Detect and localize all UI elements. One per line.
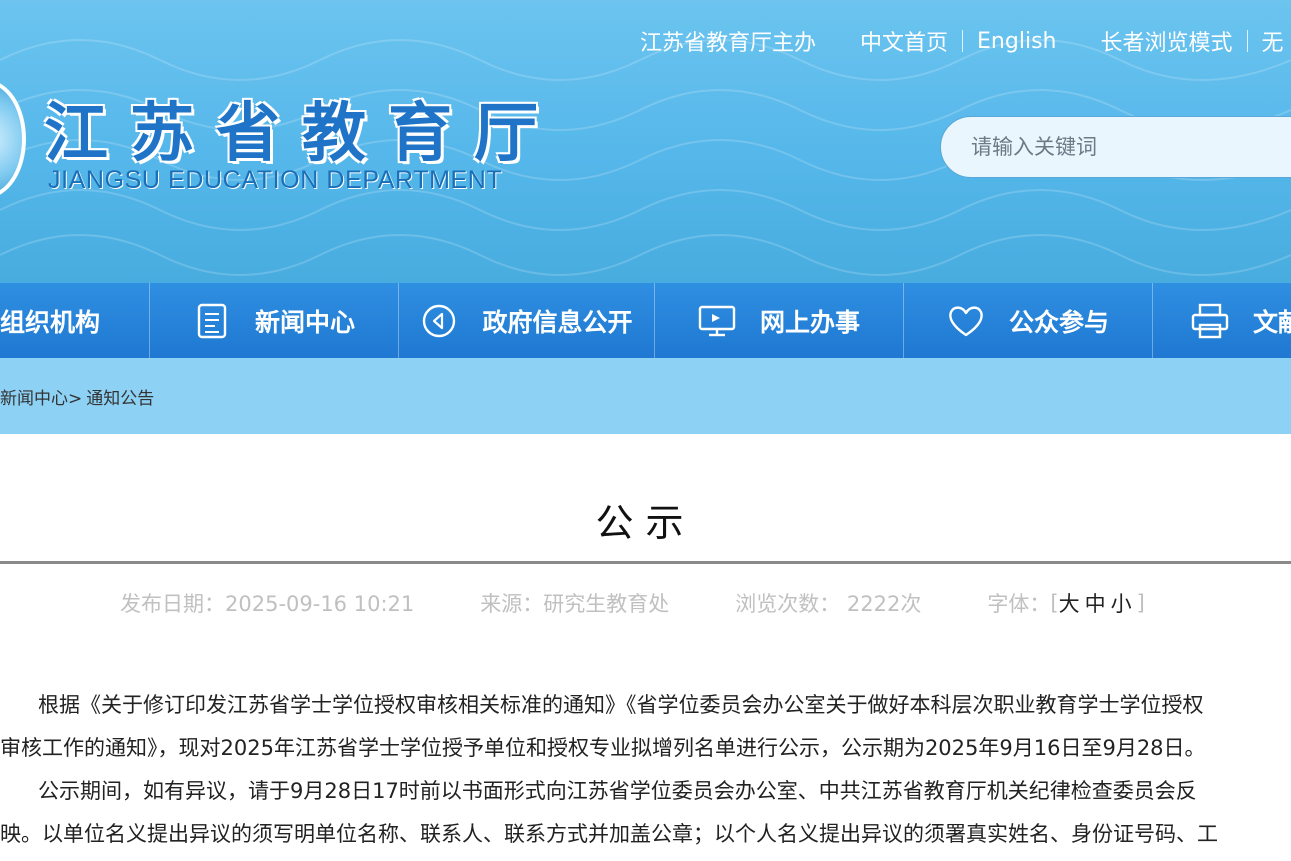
- page-title: 公示: [595, 501, 696, 545]
- main-nav: 组织机构 新闻中心 政府信息公开 网上办事 公众参与 文献: [0, 283, 1291, 358]
- article-body: 根据《关于修订印发江苏省学士学位授权审核相关标准的通知》《省学位委员会办公室关于…: [0, 684, 1291, 856]
- play-icon: [420, 302, 458, 340]
- nav-label: 网上办事: [759, 307, 860, 337]
- breadcrumb: 新闻中心> 通知公告: [0, 358, 1291, 434]
- document-icon: [193, 302, 231, 340]
- search-box: [940, 116, 1291, 178]
- breadcrumb-notices[interactable]: 通知公告: [86, 384, 154, 409]
- breadcrumb-news-center[interactable]: 新闻中心>: [0, 384, 82, 409]
- printer-icon: [1191, 302, 1229, 340]
- link-accessibility[interactable]: 无: [1262, 25, 1284, 57]
- publish-date: 发布日期：2025-09-16 10:21: [120, 592, 415, 616]
- top-links: 江苏省教育厅主办 中文首页 English 长者浏览模式 无: [640, 25, 1284, 57]
- paragraph-line: 公示期间，如有异议，请于9月28日17时前以书面形式向江苏省学位委员会办公室、中…: [38, 779, 1197, 803]
- search-input[interactable]: [971, 135, 1271, 159]
- view-count: 浏览次数： 2222次: [735, 592, 922, 616]
- site-logo-text[interactable]: 江苏省教育厅: [44, 82, 560, 171]
- link-english[interactable]: English: [977, 29, 1056, 54]
- nav-item-gov-info[interactable]: 政府信息公开: [399, 283, 655, 358]
- paragraph-line: 映。以单位名义提出异议的须写明单位名称、联系人、联系方式并加盖公章；以个人名义提…: [0, 822, 1218, 846]
- article-source: 来源：研究生教育处: [480, 592, 670, 616]
- nav-item-documents[interactable]: 文献: [1153, 283, 1291, 358]
- heart-icon: [947, 302, 985, 340]
- title-divider: [0, 561, 1291, 564]
- nav-item-news[interactable]: 新闻中心: [150, 283, 399, 358]
- monitor-icon: [698, 302, 736, 340]
- nav-label: 组织机构: [0, 307, 101, 337]
- paragraph-line: 审核工作的通知》，现对2025年江苏省学士学位授予单位和授权专业拟增列名单进行公…: [0, 736, 1206, 760]
- nav-label: 政府信息公开: [482, 307, 633, 337]
- link-elderly-mode[interactable]: 长者浏览模式: [1100, 25, 1232, 57]
- font-size-label: 字体：: [987, 592, 1051, 616]
- article-meta: 发布日期：2025-09-16 10:21 来源：研究生教育处 浏览次数： 22…: [120, 588, 1145, 618]
- link-chinese-home[interactable]: 中文首页: [860, 25, 948, 57]
- site-header: 江苏省教育厅 JIANGSU EDUCATION DEPARTMENT 江苏省教…: [0, 0, 1291, 283]
- bracket-open: [: [1050, 591, 1059, 615]
- font-size-options[interactable]: 大中小: [1059, 588, 1137, 618]
- host-label: 江苏省教育厅主办: [640, 31, 817, 56]
- bracket-close: ]: [1136, 591, 1145, 615]
- nav-item-public-participation[interactable]: 公众参与: [904, 283, 1153, 358]
- nav-item-online-services[interactable]: 网上办事: [655, 283, 904, 358]
- nav-label: 文献: [1253, 307, 1291, 337]
- nav-label: 公众参与: [1008, 307, 1109, 337]
- site-logo-subtitle: JIANGSU EDUCATION DEPARTMENT: [48, 166, 503, 194]
- nav-label: 新闻中心: [254, 307, 355, 337]
- nav-item-organization[interactable]: 组织机构: [0, 283, 150, 358]
- paragraph-line: 根据《关于修订印发江苏省学士学位授权审核相关标准的通知》《省学位委员会办公室关于…: [38, 693, 1204, 717]
